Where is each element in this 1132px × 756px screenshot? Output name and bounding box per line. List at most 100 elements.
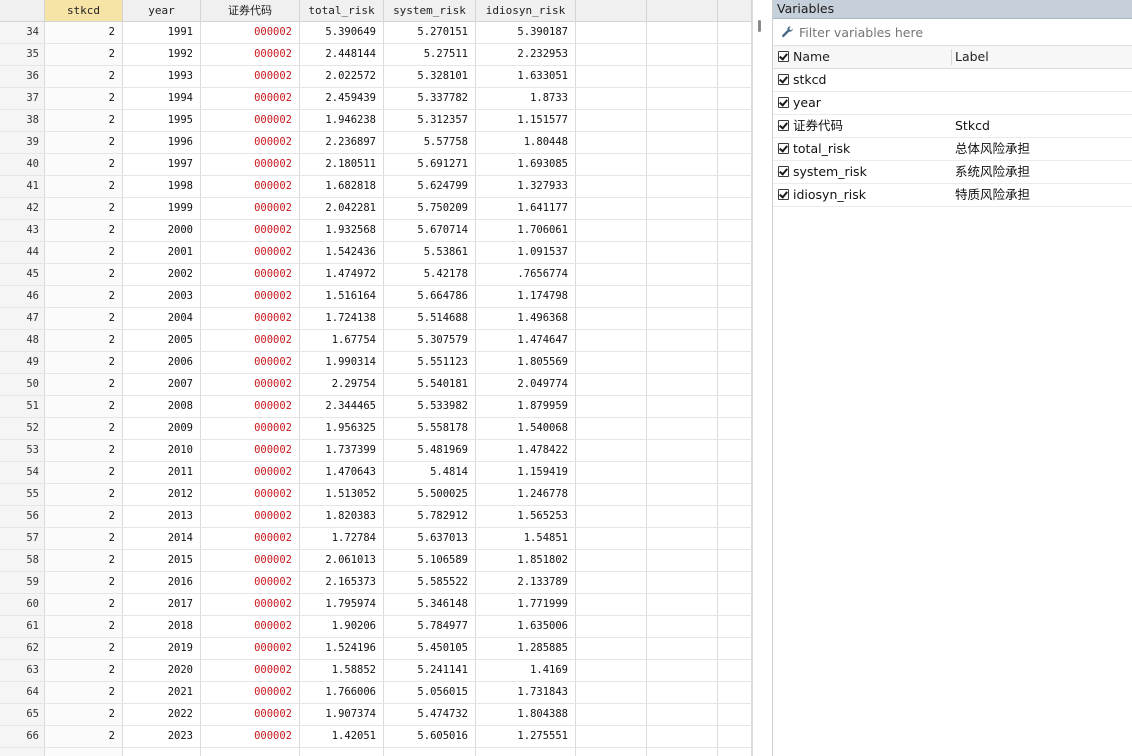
cell-empty[interactable] (718, 726, 752, 747)
column-header-code[interactable]: 证券代码 (201, 0, 300, 21)
cell-idiosyn-risk[interactable]: 1.805569 (476, 352, 576, 373)
cell-empty[interactable] (718, 440, 752, 461)
cell-code[interactable]: 000002 (201, 220, 300, 241)
cell-idiosyn-risk[interactable]: 1.159419 (476, 462, 576, 483)
cell-total-risk[interactable]: 1.932568 (300, 220, 384, 241)
cell-empty[interactable] (647, 264, 718, 285)
cell-empty[interactable] (718, 242, 752, 263)
cell-code[interactable]: 000002 (201, 374, 300, 395)
table-row[interactable]: 35 2 1992 000002 2.448144 5.27511 2.232953 (0, 44, 752, 66)
cell-empty[interactable] (718, 616, 752, 637)
table-row[interactable]: 57 2 2014 000002 1.72784 5.637013 1.54851 (0, 528, 752, 550)
cell-empty[interactable] (718, 594, 752, 615)
cell-empty[interactable] (718, 176, 752, 197)
cell-code[interactable]: 000002 (201, 176, 300, 197)
cell-year[interactable]: 1997 (123, 154, 201, 175)
select-all-checkbox[interactable] (778, 51, 789, 62)
cell-year[interactable]: 2001 (123, 242, 201, 263)
cell-empty[interactable] (647, 660, 718, 681)
cell-system-risk[interactable]: 5.481969 (384, 440, 476, 461)
cell-stkcd[interactable]: 2 (45, 594, 123, 615)
cell-empty[interactable] (576, 572, 647, 593)
cell-total-risk[interactable]: 1.524196 (300, 638, 384, 659)
cell-empty[interactable] (576, 616, 647, 637)
cell-stkcd[interactable]: 2 (45, 418, 123, 439)
table-row[interactable]: 38 2 1995 000002 1.946238 5.312357 1.151577 (0, 110, 752, 132)
table-row[interactable]: 62 2 2019 000002 1.524196 5.450105 1.285885 (0, 638, 752, 660)
cell-stkcd[interactable]: 2 (45, 66, 123, 87)
cell-empty[interactable] (718, 484, 752, 505)
cell-stkcd[interactable]: 2 (45, 726, 123, 747)
cell-empty[interactable] (647, 132, 718, 153)
variable-name[interactable]: system_risk (793, 161, 867, 183)
cell-empty[interactable] (576, 528, 647, 549)
cell-empty[interactable] (718, 198, 752, 219)
cell-idiosyn-risk[interactable]: 1.285885 (476, 638, 576, 659)
table-row[interactable]: 46 2 2003 000002 1.516164 5.664786 1.174798 (0, 286, 752, 308)
cell-stkcd[interactable]: 2 (45, 176, 123, 197)
cell-system-risk[interactable]: 5.53861 (384, 242, 476, 263)
cell-stkcd[interactable]: 2 (45, 660, 123, 681)
cell-empty[interactable] (718, 374, 752, 395)
cell-code[interactable]: 000002 (201, 286, 300, 307)
cell-idiosyn-risk[interactable] (476, 748, 576, 756)
cell-empty[interactable] (718, 352, 752, 373)
cell-year[interactable]: 2014 (123, 528, 201, 549)
cell-empty[interactable] (647, 726, 718, 747)
cell-stkcd[interactable]: 2 (45, 572, 123, 593)
cell-year[interactable]: 2022 (123, 704, 201, 725)
variable-row[interactable]: year (773, 92, 1132, 115)
cell-year[interactable]: 1999 (123, 198, 201, 219)
cell-total-risk[interactable]: 1.513052 (300, 484, 384, 505)
cell-stkcd[interactable]: 2 (45, 286, 123, 307)
cell-total-risk[interactable]: 1.990314 (300, 352, 384, 373)
table-row[interactable]: 42 2 1999 000002 2.042281 5.750209 1.641177 (0, 198, 752, 220)
cell-code[interactable]: 000002 (201, 484, 300, 505)
cell-empty[interactable] (576, 550, 647, 571)
cell-empty[interactable] (576, 264, 647, 285)
cell-empty[interactable] (576, 484, 647, 505)
variable-row[interactable]: total_risk 总体风险承担 (773, 138, 1132, 161)
cell-empty[interactable] (647, 704, 718, 725)
cell-system-risk[interactable]: 5.784977 (384, 616, 476, 637)
cell-code[interactable]: 000002 (201, 638, 300, 659)
cell-empty[interactable] (576, 110, 647, 131)
cell-empty[interactable] (718, 704, 752, 725)
cell-stkcd[interactable]: 2 (45, 264, 123, 285)
cell-idiosyn-risk[interactable]: 1.496368 (476, 308, 576, 329)
cell-system-risk[interactable]: 5.637013 (384, 528, 476, 549)
table-row[interactable]: 58 2 2015 000002 2.061013 5.106589 1.851802 (0, 550, 752, 572)
cell-total-risk[interactable]: 1.820383 (300, 506, 384, 527)
cell-code[interactable]: 000002 (201, 506, 300, 527)
cell-idiosyn-risk[interactable]: 1.851802 (476, 550, 576, 571)
cell-empty[interactable] (647, 572, 718, 593)
cell-code[interactable]: 000002 (201, 462, 300, 483)
cell-empty[interactable] (647, 550, 718, 571)
cell-total-risk[interactable]: 5.390649 (300, 22, 384, 43)
cell-total-risk[interactable]: 2.236897 (300, 132, 384, 153)
cell-empty[interactable] (576, 462, 647, 483)
table-row[interactable]: 48 2 2005 000002 1.67754 5.307579 1.474647 (0, 330, 752, 352)
cell-stkcd[interactable]: 2 (45, 638, 123, 659)
cell-empty[interactable] (576, 594, 647, 615)
cell-year[interactable]: 1993 (123, 66, 201, 87)
cell-empty[interactable] (718, 132, 752, 153)
cell-empty[interactable] (576, 154, 647, 175)
cell-idiosyn-risk[interactable]: 1.151577 (476, 110, 576, 131)
cell-idiosyn-risk[interactable]: 1.771999 (476, 594, 576, 615)
name-column-header[interactable]: Name (793, 46, 830, 68)
cell-system-risk[interactable]: 5.585522 (384, 572, 476, 593)
cell-idiosyn-risk[interactable]: 1.879959 (476, 396, 576, 417)
cell-system-risk[interactable]: 5.450105 (384, 638, 476, 659)
table-row[interactable]: 56 2 2013 000002 1.820383 5.782912 1.565253 (0, 506, 752, 528)
cell-code[interactable]: 000002 (201, 704, 300, 725)
cell-empty[interactable] (647, 594, 718, 615)
cell-code[interactable]: 000002 (201, 726, 300, 747)
cell-code[interactable]: 000002 (201, 528, 300, 549)
cell-total-risk[interactable]: 1.72784 (300, 528, 384, 549)
cell-empty[interactable] (576, 176, 647, 197)
cell-empty[interactable] (576, 44, 647, 65)
cell-year[interactable]: 2011 (123, 462, 201, 483)
variable-checkbox[interactable] (778, 120, 789, 131)
cell-year[interactable]: 2008 (123, 396, 201, 417)
